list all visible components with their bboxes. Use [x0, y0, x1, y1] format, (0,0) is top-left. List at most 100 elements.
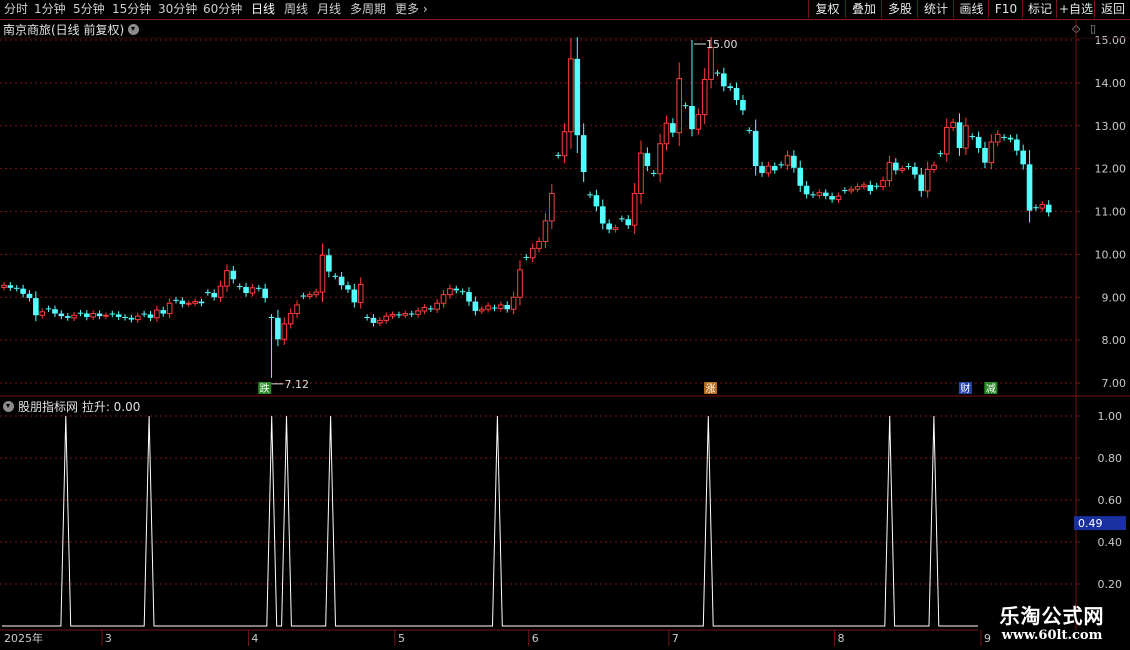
candle-body: [587, 194, 593, 196]
candle-body: [52, 309, 58, 314]
watermark-line2: www.60lt.com: [1001, 628, 1103, 643]
candle-body: [771, 166, 778, 171]
candle-body: [224, 270, 230, 287]
candle-body: [752, 130, 759, 167]
candle-body: [644, 153, 651, 167]
candle-body: [211, 292, 218, 298]
event-marker-label: 财: [960, 382, 970, 395]
candle-body: [128, 317, 135, 320]
candle-body: [485, 305, 491, 310]
x-tick-label: 5: [398, 632, 405, 645]
candle-body: [523, 256, 530, 258]
indicator-line: [2, 415, 978, 627]
candle-body: [638, 152, 644, 194]
candle-body: [364, 316, 370, 318]
candle-body: [154, 309, 160, 319]
candle-body: [867, 184, 874, 191]
candle-body: [281, 323, 288, 340]
candle-body: [1020, 150, 1026, 165]
candle-body: [13, 287, 20, 289]
candle-body: [536, 241, 542, 249]
candle-body: [963, 125, 969, 149]
low-label: 7.12: [285, 378, 310, 391]
candle-body: [84, 313, 90, 317]
candle-body: [682, 105, 689, 107]
y-tick-label: 11.00: [1095, 206, 1127, 219]
candle-body: [727, 86, 733, 89]
candle-body: [619, 218, 625, 220]
candle-body: [26, 293, 33, 299]
candle-body: [549, 192, 555, 222]
candle-body: [625, 219, 632, 226]
candle-body: [695, 114, 702, 130]
y-tick-label: 8.00: [1102, 334, 1127, 347]
candle-body: [115, 314, 122, 317]
candle-body: [351, 289, 358, 303]
high-label: 15.00: [706, 38, 738, 51]
candle-body: [357, 283, 364, 303]
watermark-line1: 乐淘公式网: [999, 604, 1105, 628]
candle-body: [803, 185, 810, 195]
candle-body: [166, 302, 173, 315]
candle-body: [714, 72, 721, 74]
candle-body: [574, 58, 581, 136]
candle-body: [746, 130, 753, 132]
indicator-header: 股朋指标网 拉升: 0.00: [3, 398, 140, 415]
candle-body: [791, 155, 797, 168]
watermark-logo: 乐淘公式网 www.60lt.com: [978, 604, 1126, 650]
candle-body: [676, 78, 683, 134]
ind-y-tick-label: 1.00: [1098, 410, 1123, 423]
candle-body: [969, 136, 976, 138]
candle-body: [663, 122, 670, 145]
candle-body: [440, 294, 447, 304]
candle-body: [243, 286, 249, 293]
y-tick-label: 12.00: [1095, 163, 1127, 176]
chevron-down-icon[interactable]: [3, 401, 14, 412]
candle-body: [873, 185, 880, 187]
candle-body: [721, 73, 727, 87]
candle-body: [77, 312, 84, 314]
y-tick-label: 14.00: [1095, 77, 1127, 90]
candle-body: [338, 276, 345, 286]
candle-body: [402, 313, 409, 316]
candle-body: [71, 314, 77, 319]
x-tick-label: 6: [532, 632, 539, 645]
candle-body: [141, 313, 147, 315]
candle-body: [33, 298, 39, 316]
y-tick-label: 7.00: [1102, 377, 1127, 390]
candle-body: [931, 164, 937, 170]
candle-body: [345, 285, 351, 290]
candle-body: [109, 313, 116, 315]
candle-body: [733, 88, 740, 101]
candle-body: [466, 292, 472, 302]
chart-canvas: 15.00 14.00 13.00 12.00 11.00 10.00 9.00 8.00 7.…: [0, 20, 1130, 646]
candle-body: [478, 308, 485, 312]
candle-body: [899, 168, 905, 171]
ind-y-tick-label: 0.80: [1098, 452, 1123, 465]
candle-body: [205, 292, 211, 294]
candle-body: [453, 288, 460, 291]
candle-body: [517, 269, 523, 298]
candle-body: [937, 153, 944, 155]
candle-body: [427, 308, 434, 310]
candle-body: [1033, 207, 1039, 209]
candle-body: [568, 58, 574, 133]
candle-body: [778, 164, 784, 166]
candle-body: [593, 195, 600, 207]
candle-body: [256, 287, 262, 289]
candle-body: [580, 135, 587, 173]
candle-body: [491, 307, 498, 309]
candle-body: [45, 308, 52, 310]
candle-body: [306, 294, 313, 297]
candle-body: [842, 190, 848, 192]
candle-body: [383, 315, 389, 321]
candle-body: [670, 123, 676, 133]
candle-body: [606, 223, 612, 230]
candle-body: [918, 174, 925, 191]
candle-body: [396, 314, 402, 316]
candle-body: [886, 162, 893, 182]
candle-body: [988, 141, 995, 164]
candle-body: [1014, 139, 1020, 151]
x-tick-label: 8: [837, 632, 844, 645]
y-tick-label: 13.00: [1095, 120, 1127, 133]
